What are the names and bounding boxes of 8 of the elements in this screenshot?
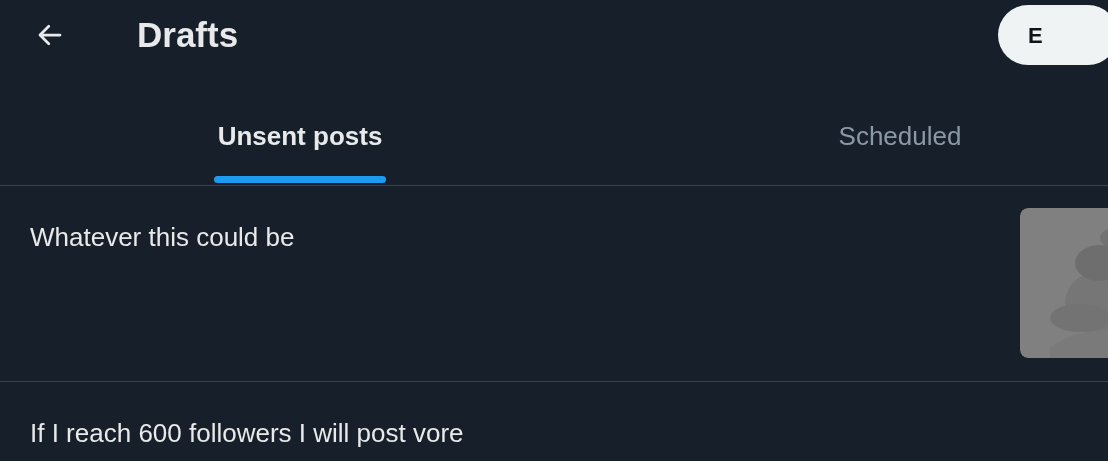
draft-text: Whatever this could be — [30, 221, 295, 254]
draft-text: If I reach 600 followers I will post vore — [30, 417, 464, 450]
edit-button[interactable]: E — [998, 5, 1108, 65]
page-title: Drafts — [137, 13, 239, 56]
tab[interactable]: Unsent posts — [213, 70, 387, 185]
draft-row[interactable]: Whatever this could be — [0, 186, 1108, 382]
draft-row[interactable]: If I reach 600 followers I will post vore — [0, 382, 1108, 461]
tab[interactable]: Scheduled — [834, 70, 966, 185]
